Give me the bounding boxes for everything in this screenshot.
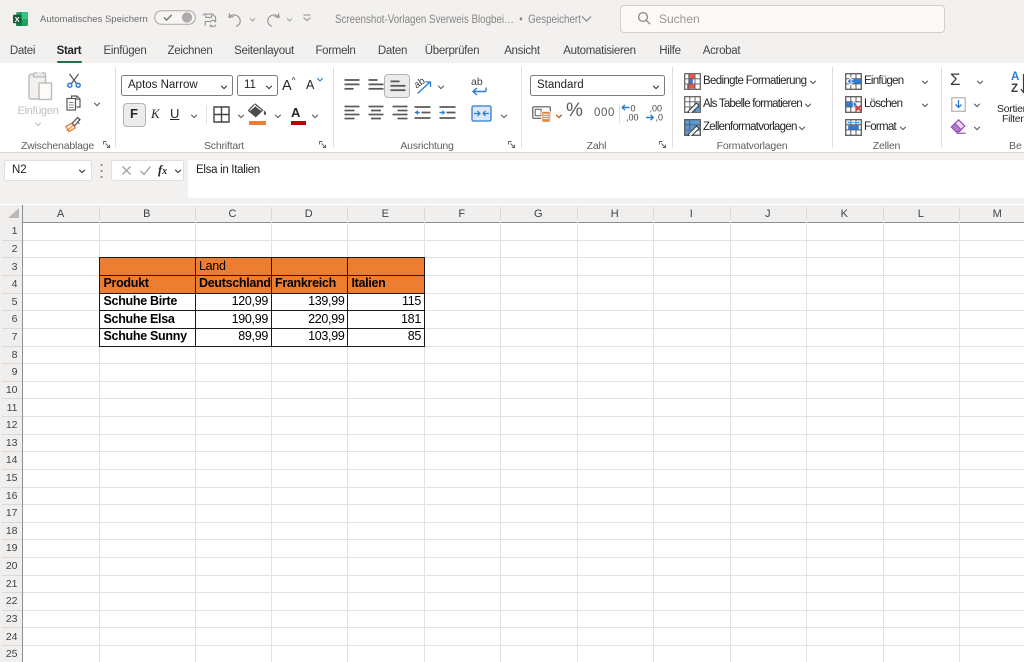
svg-text:ab: ab [415,77,428,91]
svg-text:ab: ab [471,76,483,88]
svg-text:,00: ,00 [626,113,639,123]
svg-text:,0: ,0 [656,113,664,123]
svg-text:X: X [15,15,20,24]
